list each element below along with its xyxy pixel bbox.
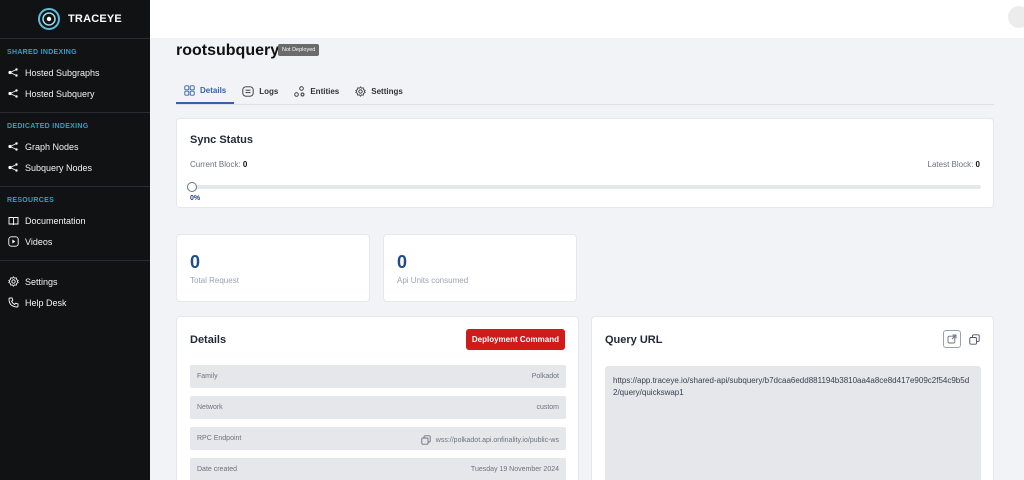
query-url-text[interactable]: https://app.traceye.io/shared-api/subque… bbox=[605, 366, 981, 480]
nodes-icon bbox=[8, 89, 18, 98]
tab-label: Details bbox=[200, 85, 227, 95]
sidebar-item-label: Help Desk bbox=[25, 297, 67, 308]
detail-value: Tuesday 19 November 2024 bbox=[471, 466, 559, 473]
query-url-title: Query URL bbox=[605, 334, 663, 346]
top-bar bbox=[150, 0, 1024, 38]
detail-value-text: Tuesday 19 November 2024 bbox=[470, 466, 559, 473]
copy-icon[interactable] bbox=[421, 435, 431, 445]
detail-value-text: custom bbox=[536, 404, 559, 411]
tab-entities[interactable]: Entities bbox=[286, 78, 347, 104]
detail-key: Family bbox=[197, 373, 218, 380]
detail-row-family: Family Polkadot bbox=[190, 365, 566, 388]
sidebar-item-label: Settings bbox=[25, 276, 58, 287]
sidebar-section-resources: RESOURCES Documentation Videos bbox=[0, 187, 150, 260]
detail-value: custom bbox=[536, 404, 559, 411]
detail-value-text: Polkadot bbox=[531, 373, 559, 380]
avatar[interactable] bbox=[1008, 6, 1024, 28]
tab-settings[interactable]: Settings bbox=[347, 78, 411, 104]
detail-key: Network bbox=[197, 404, 223, 411]
current-block-value: 0 bbox=[242, 160, 248, 169]
copy-url-button[interactable] bbox=[967, 332, 981, 346]
details-title: Details bbox=[190, 334, 227, 346]
sidebar-heading: RESOURCES bbox=[7, 197, 55, 204]
sidebar: TRACEYE SHARED INDEXING Hosted Subgraphs… bbox=[0, 0, 150, 480]
sidebar-item-label: Videos bbox=[25, 236, 53, 247]
nodes-icon bbox=[8, 68, 18, 77]
logs-icon bbox=[242, 85, 254, 97]
traceye-logo-icon bbox=[38, 8, 60, 30]
sidebar-heading: SHARED INDEXING bbox=[7, 49, 77, 56]
stat-card-api-units: 0 Api Units consumed bbox=[383, 234, 577, 302]
page-title: rootsubquery bbox=[176, 42, 280, 59]
stat-label: Api Units consumed bbox=[397, 276, 469, 285]
sidebar-item-graph-nodes[interactable]: Graph Nodes bbox=[0, 136, 150, 157]
sidebar-item-hosted-subquery[interactable]: Hosted Subquery bbox=[0, 83, 150, 104]
play-icon bbox=[8, 236, 19, 247]
entities-icon bbox=[294, 85, 305, 97]
sync-status-title: Sync Status bbox=[190, 134, 253, 146]
stat-value: 0 bbox=[190, 252, 201, 272]
sidebar-item-label: Documentation bbox=[25, 215, 86, 226]
external-link-icon bbox=[947, 334, 957, 344]
sidebar-item-settings[interactable]: Settings bbox=[0, 271, 150, 292]
nodes-icon bbox=[8, 163, 18, 172]
latest-block: Latest Block: 0 bbox=[928, 160, 981, 169]
tab-label: Settings bbox=[371, 86, 403, 96]
brand-logo[interactable]: TRACEYE bbox=[0, 0, 150, 38]
sidebar-section-shared: SHARED INDEXING Hosted Subgraphs Hosted … bbox=[0, 39, 150, 112]
open-url-button[interactable] bbox=[943, 330, 961, 348]
status-badge: Not Deployed bbox=[278, 44, 320, 56]
stat-value: 0 bbox=[397, 252, 408, 272]
tab-label: Entities bbox=[310, 86, 340, 96]
tab-bar: Details Logs Entities Settings bbox=[176, 78, 994, 105]
sidebar-item-label: Subquery Nodes bbox=[25, 162, 93, 173]
sidebar-item-hosted-subgraphs[interactable]: Hosted Subgraphs bbox=[0, 62, 150, 83]
deployment-command-button[interactable]: Deployment Command bbox=[465, 329, 565, 350]
tab-logs[interactable]: Logs bbox=[234, 78, 286, 104]
sidebar-item-help-desk[interactable]: Help Desk bbox=[0, 292, 150, 313]
latest-block-label: Latest Block: bbox=[927, 160, 974, 169]
latest-block-value: 0 bbox=[975, 160, 980, 169]
sidebar-item-documentation[interactable]: Documentation bbox=[0, 210, 150, 231]
stat-card-total-request: 0 Total Request bbox=[176, 234, 370, 302]
sync-progress-track bbox=[190, 185, 981, 189]
current-block-label: Current Block: bbox=[190, 160, 241, 169]
query-url-card: Query URL https://app.traceye.io/shared-… bbox=[591, 316, 994, 480]
detail-key: RPC Endpoint bbox=[197, 435, 242, 442]
grid-icon bbox=[184, 84, 195, 96]
detail-value: Polkadot bbox=[532, 373, 559, 380]
sidebar-item-label: Hosted Subquery bbox=[25, 88, 95, 99]
detail-value: wss://polkadot.api.onfinality.io/public-… bbox=[421, 435, 559, 445]
tab-label: Logs bbox=[259, 86, 279, 96]
phone-icon bbox=[8, 297, 19, 308]
sidebar-item-videos[interactable]: Videos bbox=[0, 231, 150, 252]
detail-row-network: Network custom bbox=[190, 396, 566, 419]
gear-icon bbox=[355, 85, 367, 97]
copy-icon bbox=[968, 333, 980, 345]
sidebar-item-label: Hosted Subgraphs bbox=[25, 67, 100, 78]
book-icon bbox=[8, 216, 19, 225]
sidebar-section-misc: Settings Help Desk bbox=[0, 261, 150, 321]
brand-name: TRACEYE bbox=[68, 13, 122, 25]
detail-key: Date created bbox=[197, 466, 238, 473]
sidebar-item-subquery-nodes[interactable]: Subquery Nodes bbox=[0, 157, 150, 178]
sync-progress-percent: 0% bbox=[190, 195, 201, 202]
detail-row-rpc-endpoint: RPC Endpoint wss://polkadot.api.onfinali… bbox=[190, 427, 566, 450]
gear-icon bbox=[8, 276, 19, 287]
sync-progress-knob bbox=[187, 182, 197, 192]
detail-row-date-created: Date created Tuesday 19 November 2024 bbox=[190, 458, 566, 480]
current-block: Current Block: 0 bbox=[190, 160, 247, 169]
nodes-icon bbox=[8, 142, 18, 151]
details-card: Details Deployment Command Family Polkad… bbox=[176, 316, 579, 480]
tab-details[interactable]: Details bbox=[176, 78, 235, 104]
sync-status-card: Sync Status Current Block: 0 Latest Bloc… bbox=[176, 118, 994, 208]
stat-label: Total Request bbox=[190, 276, 239, 285]
sidebar-section-dedicated: DEDICATED INDEXING Graph Nodes Subquery … bbox=[0, 113, 150, 186]
detail-value-text: wss://polkadot.api.onfinality.io/public-… bbox=[435, 436, 559, 444]
sidebar-heading: DEDICATED INDEXING bbox=[7, 123, 89, 130]
sidebar-item-label: Graph Nodes bbox=[25, 141, 79, 152]
